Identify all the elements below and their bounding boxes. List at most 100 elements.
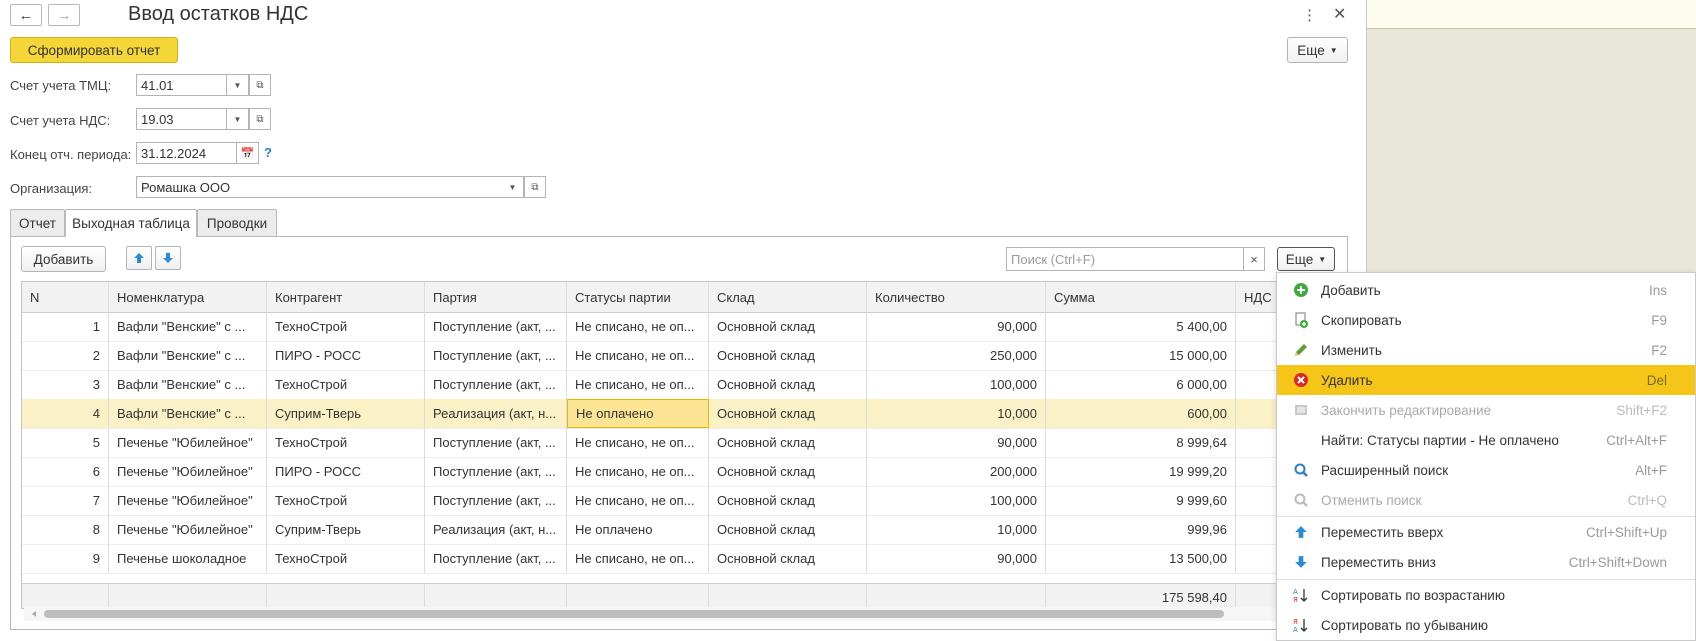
generate-report-button[interactable]: Сформировать отчет — [10, 37, 178, 63]
tab-postings[interactable]: Проводки — [197, 209, 277, 236]
cell-store: Основной склад — [709, 544, 867, 573]
table-row[interactable]: 1 Вафли "Венские" с ... ТехноСтрой Посту… — [22, 312, 1324, 342]
forward-button[interactable]: → — [48, 4, 80, 26]
cell-sum: 19 999,20 — [1046, 457, 1236, 486]
header-qty[interactable]: Количество — [867, 282, 1046, 312]
footer-cell — [567, 584, 709, 608]
pencil-icon — [1295, 344, 1307, 356]
more-actions-icon[interactable]: ⋮ — [1302, 6, 1317, 24]
vat-account-field[interactable]: 19.03 — [136, 108, 227, 130]
cell-n: 3 — [22, 370, 109, 399]
menu-item-cancel-search[interactable]: Отменить поиск Ctrl+Q — [1277, 485, 1695, 515]
back-button[interactable]: ← — [10, 4, 42, 26]
menu-item-advanced-search[interactable]: Расширенный поиск Alt+F — [1277, 455, 1695, 485]
menu-item-copy[interactable]: Скопировать F9 — [1277, 305, 1695, 335]
tmc-account-field[interactable]: 41.01 — [136, 74, 227, 96]
menu-item-shortcut: F9 — [1651, 312, 1667, 328]
cell-batch: Поступление (акт, ... — [425, 370, 567, 399]
header-n[interactable]: N — [22, 282, 109, 312]
cell-store: Основной склад — [709, 399, 867, 428]
chevron-down-icon: ▼ — [1329, 45, 1338, 55]
output-table[interactable]: N Номенклатура Контрагент Партия Статусы… — [21, 281, 1325, 609]
help-icon[interactable]: ? — [264, 145, 272, 160]
cell-sum: 999,96 — [1046, 515, 1236, 544]
chevron-down-icon: ▼ — [508, 182, 517, 192]
cell-n: 9 — [22, 544, 109, 573]
menu-item-shortcut: Ctrl+Shift+Up — [1585, 524, 1667, 540]
cell-item: Печенье "Юбилейное" — [109, 486, 267, 515]
cell-partner: ПИРО - РОСС — [267, 457, 425, 486]
header-item[interactable]: Номенклатура — [109, 282, 267, 312]
menu-item-find[interactable]: Найти: Статусы партии - Не оплачено Ctrl… — [1277, 425, 1695, 455]
cell-store: Основной склад — [709, 312, 867, 341]
table-more-button[interactable]: Еще ▼ — [1277, 247, 1335, 271]
cell-item: Вафли "Венские" с ... — [109, 370, 267, 399]
add-row-button[interactable]: Добавить — [21, 246, 106, 272]
move-up-button[interactable] — [126, 246, 152, 270]
menu-item-move-down[interactable]: Переместить вниз Ctrl+Shift+Down — [1277, 547, 1695, 577]
tmc-account-dropdown[interactable]: ▼ — [227, 74, 249, 96]
tab-report[interactable]: Отчет — [10, 209, 65, 236]
cell-item: Печенье "Юбилейное" — [109, 457, 267, 486]
menu-item-sort-asc[interactable]: АЯ Сортировать по возрастанию — [1277, 580, 1695, 610]
table-row[interactable]: 9 Печенье шоколадное ТехноСтрой Поступле… — [22, 544, 1324, 574]
cell-sum: 13 500,00 — [1046, 544, 1236, 573]
organization-field[interactable]: Ромашка ООО — [136, 176, 506, 198]
table-row[interactable]: 6 Печенье "Юбилейное" ПИРО - РОСС Поступ… — [22, 457, 1324, 487]
header-batch[interactable]: Партия — [425, 282, 567, 312]
cell-status: Не списано, не оп... — [567, 341, 709, 370]
cell-status: Не списано, не оп... — [567, 428, 709, 457]
header-partner[interactable]: Контрагент — [267, 282, 425, 312]
calendar-button[interactable]: 📅 — [237, 142, 259, 164]
cell-status-current[interactable]: Не оплачено — [567, 399, 709, 428]
cell-batch: Поступление (акт, ... — [425, 312, 567, 341]
organization-dropdown[interactable]: ▼ — [502, 176, 524, 198]
close-icon[interactable]: ✕ — [1333, 4, 1346, 24]
cell-status: Не списано, не оп... — [567, 544, 709, 573]
copy-icon — [1295, 312, 1308, 328]
cell-status: Не списано, не оп... — [567, 370, 709, 399]
header-store[interactable]: Склад — [709, 282, 867, 312]
menu-item-add[interactable]: Добавить Ins — [1277, 275, 1695, 305]
menu-item-delete[interactable]: Удалить Del — [1277, 365, 1695, 395]
vat-account-dropdown[interactable]: ▼ — [227, 108, 249, 130]
cell-partner: ТехноСтрой — [267, 486, 425, 515]
menu-item-move-up[interactable]: Переместить вверх Ctrl+Shift+Up — [1277, 517, 1695, 547]
organization-open[interactable]: ⧉ — [524, 176, 546, 198]
cell-status: Не оплачено — [567, 515, 709, 544]
vat-account-open[interactable]: ⧉ — [249, 108, 271, 130]
more-button[interactable]: Еще ▼ — [1287, 37, 1348, 63]
period-end-field[interactable]: 31.12.2024 — [136, 142, 237, 164]
header-sum[interactable]: Сумма — [1046, 282, 1236, 312]
table-row-selected[interactable]: 4 Вафли "Венские" с ... Суприм-Тверь Реа… — [22, 399, 1324, 429]
sort-desc-icon: ЯА — [1293, 618, 1308, 633]
table-row[interactable]: 8 Печенье "Юбилейное" Суприм-Тверь Реали… — [22, 515, 1324, 545]
clear-search-button[interactable]: × — [1243, 247, 1265, 271]
move-down-button[interactable] — [155, 246, 181, 270]
header-status[interactable]: Статусы партии — [567, 282, 709, 312]
arrow-down-icon — [1295, 556, 1307, 568]
arrow-right-icon: → — [56, 6, 72, 24]
cell-qty: 100,000 — [867, 370, 1046, 399]
menu-item-edit[interactable]: Изменить F2 — [1277, 335, 1695, 365]
footer-cell — [267, 584, 425, 608]
svg-text:А: А — [1293, 588, 1298, 596]
cell-partner: ТехноСтрой — [267, 544, 425, 573]
cell-sum: 9 999,60 — [1046, 486, 1236, 515]
table-row[interactable]: 5 Печенье "Юбилейное" ТехноСтрой Поступл… — [22, 428, 1324, 458]
table-row[interactable]: 2 Вафли "Венские" с ... ПИРО - РОСС Пост… — [22, 341, 1324, 371]
tab-output-table[interactable]: Выходная таблица — [65, 209, 197, 237]
table-row[interactable]: 7 Печенье "Юбилейное" ТехноСтрой Поступл… — [22, 486, 1324, 516]
search-input[interactable]: Поиск (Ctrl+F) — [1006, 247, 1244, 271]
cell-partner: ТехноСтрой — [267, 370, 425, 399]
menu-item-end-edit[interactable]: Закончить редактирование Shift+F2 — [1277, 395, 1695, 425]
cell-store: Основной склад — [709, 370, 867, 399]
cell-n: 5 — [22, 428, 109, 457]
horizontal-scrollbar[interactable] — [24, 607, 1300, 621]
cell-sum: 8 999,64 — [1046, 428, 1236, 457]
menu-item-label: Сортировать по возрастанию — [1321, 587, 1505, 603]
cell-qty: 200,000 — [867, 457, 1046, 486]
tmc-account-open[interactable]: ⧉ — [249, 74, 271, 96]
table-row[interactable]: 3 Вафли "Венские" с ... ТехноСтрой Посту… — [22, 370, 1324, 400]
menu-item-sort-desc[interactable]: ЯА Сортировать по убыванию — [1277, 610, 1695, 640]
